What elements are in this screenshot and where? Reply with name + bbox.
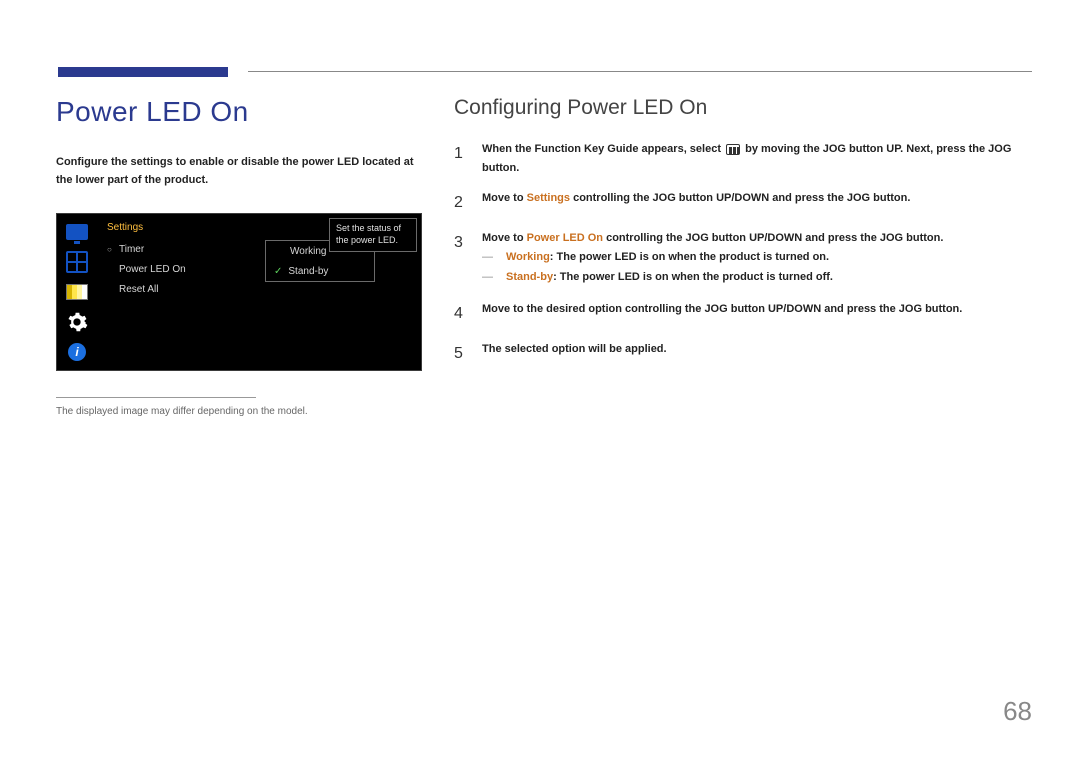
osd-screenshot: i Settings ○Timer Power LED On Reset All… [56, 213, 422, 371]
osd-main: Settings ○Timer Power LED On Reset All W… [97, 214, 421, 370]
step-5: 5 The selected option will be applied. [454, 340, 1034, 367]
right-column: Configuring Power LED On 1 When the Func… [454, 96, 1034, 379]
footnote-text: The displayed image may differ depending… [56, 406, 422, 417]
step-2: 2 Move to Settings controlling the JOG b… [454, 189, 1034, 216]
info-icon: i [65, 340, 89, 364]
osd-item-reset: Reset All [107, 279, 421, 299]
colorbars-icon [65, 280, 89, 304]
osd-option-standby: ✓Stand-by [266, 261, 374, 281]
check-icon: ✓ [274, 266, 282, 277]
header-rule [248, 71, 1032, 72]
menu-icon [726, 144, 740, 155]
intro-text: Configure the settings to enable or disa… [56, 154, 422, 189]
step-1: 1 When the Function Key Guide appears, s… [454, 140, 1034, 177]
header-bar [58, 67, 228, 77]
monitor-icon [65, 220, 89, 244]
page-number: 68 [1003, 696, 1032, 727]
footnote-separator [56, 397, 256, 398]
page-title: Power LED On [56, 96, 422, 128]
osd-description: Set the status of the power LED. [329, 218, 417, 251]
section-title: Configuring Power LED On [454, 96, 1034, 120]
step-3: 3 Move to Power LED On controlling the J… [454, 229, 1034, 289]
note-working: ― Working: The power LED is on when the … [482, 249, 1034, 267]
osd-sidebar: i [57, 214, 97, 370]
target-icon [65, 250, 89, 274]
gear-icon [65, 310, 89, 334]
left-column: Power LED On Configure the settings to e… [56, 96, 422, 417]
step-4: 4 Move to the desired option controlling… [454, 300, 1034, 327]
note-standby: ― Stand-by: The power LED is on when the… [482, 269, 1034, 287]
